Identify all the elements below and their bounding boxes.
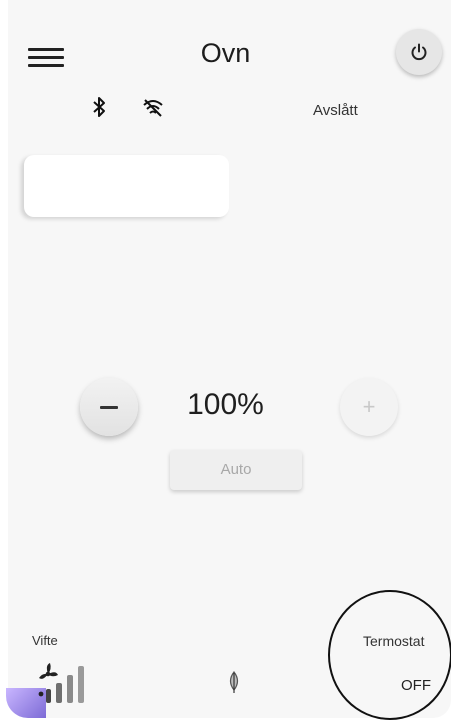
status-text: Avslått (313, 102, 358, 119)
wifi-off-icon (143, 99, 163, 117)
info-card (24, 155, 229, 217)
increase-button[interactable]: + (340, 378, 398, 436)
highlight-circle (328, 590, 451, 720)
plus-icon: + (362, 394, 376, 419)
bluetooth-icon (93, 97, 105, 117)
fan-label: Vifte (32, 633, 58, 648)
fan-speed-icon[interactable] (36, 659, 96, 707)
leaf-icon[interactable] (226, 670, 242, 694)
auto-button[interactable]: Auto (170, 450, 302, 490)
power-icon (411, 43, 427, 61)
page-title: Ovn (200, 38, 251, 68)
power-button[interactable] (396, 29, 442, 75)
